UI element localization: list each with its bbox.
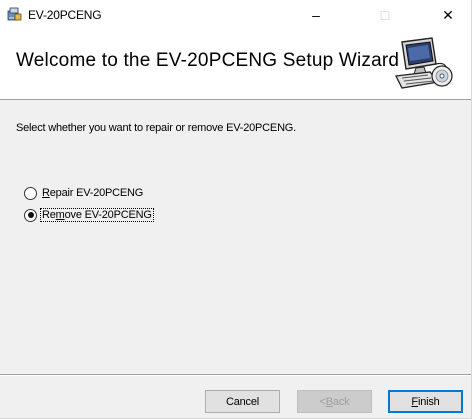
cancel-button[interactable]: Cancel — [205, 390, 280, 413]
minimize-button[interactable]: – — [293, 0, 339, 30]
repair-option[interactable]: Repair EV-20PCENG — [24, 185, 144, 201]
banner-title: Welcome to the EV-20PCENG Setup Wizard — [16, 50, 400, 71]
installer-icon — [6, 6, 22, 22]
footer-divider-highlight — [0, 375, 471, 376]
computer-disc-icon — [392, 34, 454, 96]
setup-wizard-window: EV-20PCENG – □ ✕ Welcome to the EV-20PCE… — [0, 0, 472, 419]
wizard-banner: Welcome to the EV-20PCENG Setup Wizard — [0, 30, 471, 100]
title-bar[interactable]: EV-20PCENG – □ ✕ — [0, 0, 471, 30]
close-button[interactable]: ✕ — [425, 0, 471, 30]
instruction-text: Select whether you want to repair or rem… — [16, 122, 297, 134]
back-button[interactable]: < Back — [297, 390, 372, 413]
remove-radio[interactable] — [24, 208, 37, 222]
remove-option[interactable]: Remove EV-20PCENG — [24, 207, 154, 223]
maximize-button[interactable]: □ — [362, 0, 408, 30]
remove-label[interactable]: Remove EV-20PCENG — [40, 208, 154, 222]
window-title: EV-20PCENG — [28, 8, 102, 22]
repair-radio[interactable] — [24, 186, 37, 200]
repair-label[interactable]: Repair EV-20PCENG — [41, 187, 144, 199]
finish-button[interactable]: Finish — [388, 390, 463, 413]
